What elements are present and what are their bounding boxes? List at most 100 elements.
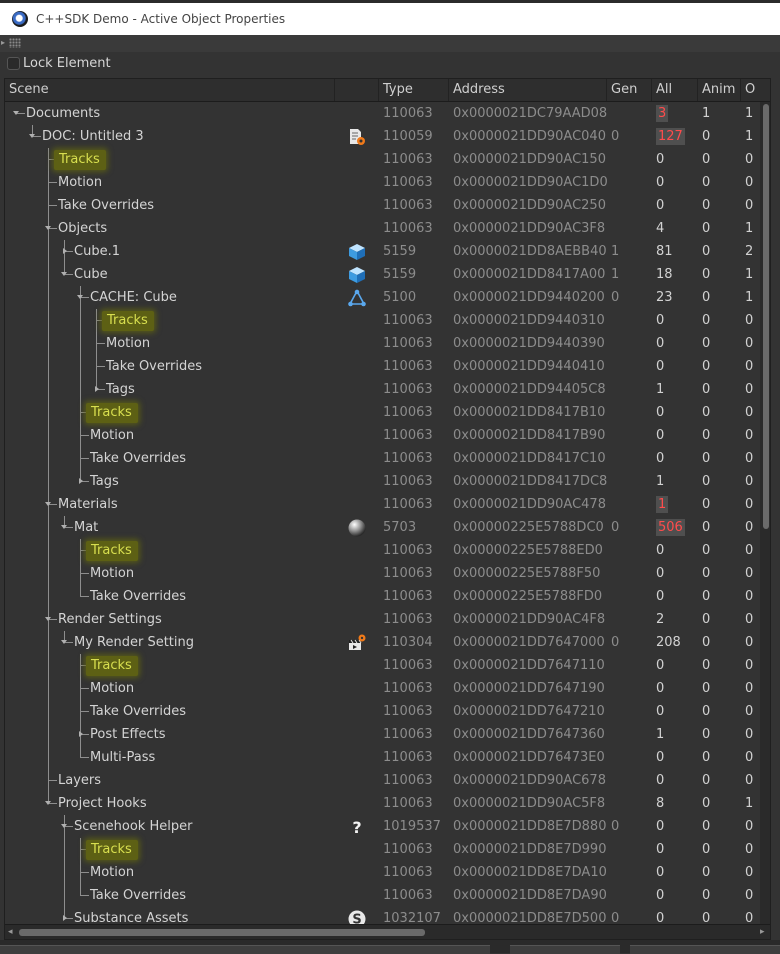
collapse-arrow-icon[interactable]: ▸ <box>1 38 5 47</box>
tree-item-name[interactable]: Take Overrides <box>90 585 186 608</box>
tree-row[interactable]: Tags 110063 0x0000021DD94405C8 1 0 0 <box>5 378 760 401</box>
column-header-type[interactable]: Type <box>379 79 449 101</box>
tree-row[interactable]: Take Overrides 110063 0x0000021DD8E7DA90 0 0… <box>5 884 760 907</box>
horizontal-scrollbar-thumb[interactable] <box>19 929 425 936</box>
tree-row[interactable]: DOC: Untitled 3 110059 0x0000021DD90AC040 0… <box>5 125 760 148</box>
tree-item-name[interactable]: Cube.1 <box>74 240 120 263</box>
collapse-arrow-icon[interactable] <box>61 824 67 828</box>
tree-item-name[interactable]: CACHE: Cube <box>90 286 177 309</box>
tree-row[interactable]: Layers 110063 0x0000021DD90AC678 0 0 0 <box>5 769 760 792</box>
tree-item-name[interactable]: Tracks <box>102 311 154 331</box>
scroll-right-icon[interactable]: ▸ <box>760 927 765 937</box>
collapse-arrow-icon[interactable] <box>45 502 51 506</box>
collapse-arrow-icon[interactable] <box>61 525 67 529</box>
tree-row[interactable]: Tracks 110063 0x0000021DD9440310 0 0 0 <box>5 309 760 332</box>
tree-item-name[interactable]: Substance Assets <box>74 907 188 924</box>
tree-row[interactable]: Multi-Pass 110063 0x0000021DD76473E0 0 0 0 <box>5 746 760 769</box>
tree-item-name[interactable]: Tracks <box>54 150 106 170</box>
expand-arrow-icon[interactable] <box>79 731 83 737</box>
tree-item-name[interactable]: Documents <box>26 102 100 125</box>
tree-item-name[interactable]: Tags <box>106 378 135 401</box>
tree-item-name[interactable]: Tracks <box>86 541 138 561</box>
tree-item-name[interactable]: Tracks <box>86 403 138 423</box>
column-header-o[interactable]: O <box>741 79 770 101</box>
tree-row[interactable]: Tracks 110063 0x0000021DD90AC150 0 0 0 <box>5 148 760 171</box>
tree-row[interactable]: Motion 110063 0x0000021DD7647190 0 0 0 <box>5 677 760 700</box>
tree-item-name[interactable]: Motion <box>90 677 134 700</box>
tree-row[interactable]: Motion 110063 0x0000021DD9440390 0 0 0 <box>5 332 760 355</box>
tree-item-name[interactable]: Cube <box>74 263 108 286</box>
tree-row[interactable]: Objects 110063 0x0000021DD90AC3F8 4 0 1 <box>5 217 760 240</box>
tree-row[interactable]: Cube.1 5159 0x0000021DD8AEBB40 1 81 0 2 <box>5 240 760 263</box>
tree-row[interactable]: Take Overrides 110063 0x0000021DD8417C10 0 0… <box>5 447 760 470</box>
collapse-arrow-icon[interactable] <box>45 226 51 230</box>
tree-row[interactable]: Tracks 110063 0x0000021DD8417B10 0 0 0 <box>5 401 760 424</box>
tree-item-name[interactable]: Take Overrides <box>58 194 154 217</box>
tree-item-name[interactable]: Take Overrides <box>90 447 186 470</box>
column-header-all[interactable]: All <box>652 79 698 101</box>
expand-arrow-icon[interactable] <box>79 478 83 484</box>
tree-row[interactable]: Scenehook Helper? 1019537 0x0000021DD8E7D8… <box>5 815 760 838</box>
column-header-gen[interactable]: Gen <box>607 79 652 101</box>
scroll-left-icon[interactable]: ◂ <box>8 927 13 937</box>
tree-row[interactable]: Take Overrides 110063 0x00000225E5788FD0 0 0… <box>5 585 760 608</box>
tree-row[interactable]: Tracks 110063 0x0000021DD8E7D990 0 0 0 <box>5 838 760 861</box>
tree-item-name[interactable]: Scenehook Helper <box>74 815 192 838</box>
tree-row[interactable]: Render Settings 110063 0x0000021DD90AC4F8 2… <box>5 608 760 631</box>
tree-item-name[interactable]: Take Overrides <box>90 884 186 907</box>
tree-row[interactable]: Motion 110063 0x0000021DD90AC1D0 0 0 0 <box>5 171 760 194</box>
column-header-address[interactable]: Address <box>449 79 607 101</box>
tree-row[interactable]: Post Effects 110063 0x0000021DD7647360 1 0 0 <box>5 723 760 746</box>
tree-row[interactable]: Take Overrides 110063 0x0000021DD90AC250 0 0… <box>5 194 760 217</box>
tree-row[interactable]: Take Overrides 110063 0x0000021DD7647210 0 0… <box>5 700 760 723</box>
tree-item-name[interactable]: DOC: Untitled 3 <box>42 125 144 148</box>
expand-arrow-icon[interactable] <box>63 915 67 921</box>
horizontal-scrollbar[interactable]: ◂ ▸ <box>5 924 770 939</box>
tree-row[interactable]: Motion 110063 0x00000225E5788F50 0 0 0 <box>5 562 760 585</box>
tree-item-name[interactable]: Tracks <box>86 656 138 676</box>
tree-item-name[interactable]: Objects <box>58 217 107 240</box>
collapse-arrow-icon[interactable] <box>29 134 35 138</box>
tree-row[interactable]: CACHE: Cube 5100 0x0000021DD9440200 0 23 0 1 <box>5 286 760 309</box>
tree-row[interactable]: Tags 110063 0x0000021DD8417DC8 1 0 0 <box>5 470 760 493</box>
tree-item-name[interactable]: Tags <box>90 470 119 493</box>
expand-arrow-icon[interactable] <box>95 386 99 392</box>
collapse-arrow-icon[interactable] <box>45 617 51 621</box>
tree-item-name[interactable]: Take Overrides <box>90 700 186 723</box>
tree-item-name[interactable]: Motion <box>58 171 102 194</box>
tree-row[interactable]: Tracks 110063 0x00000225E5788ED0 0 0 0 <box>5 539 760 562</box>
tree-item-name[interactable]: Post Effects <box>90 723 166 746</box>
tree-item-name[interactable]: My Render Setting <box>74 631 194 654</box>
grip-handle-icon[interactable] <box>9 38 21 48</box>
tree-row[interactable]: Take Overrides 110063 0x0000021DD9440410 0 0… <box>5 355 760 378</box>
tree-row[interactable]: Substance Assets S 1032107 0x0000021DD8E7D5… <box>5 907 760 924</box>
expand-arrow-icon[interactable] <box>63 248 67 254</box>
column-header-icon[interactable] <box>335 79 379 101</box>
tree-row[interactable]: Motion 110063 0x0000021DD8E7DA10 0 0 0 <box>5 861 760 884</box>
tree-item-name[interactable]: Layers <box>58 769 101 792</box>
tree-row[interactable]: Materials 110063 0x0000021DD90AC478 1 0 0 <box>5 493 760 516</box>
lock-element-checkbox[interactable] <box>7 57 20 70</box>
tree-row[interactable]: Project Hooks 110063 0x0000021DD90AC5F8 8 0 1 <box>5 792 760 815</box>
tree-row[interactable]: Cube 5159 0x0000021DD8417A00 1 18 0 1 <box>5 263 760 286</box>
tree-item-name[interactable]: Motion <box>90 562 134 585</box>
tree-item-name[interactable]: Tracks <box>86 840 138 860</box>
tree-item-name[interactable]: Motion <box>90 861 134 884</box>
lock-element-row[interactable]: Lock Element <box>0 54 780 74</box>
column-header-anim[interactable]: Anim <box>698 79 741 101</box>
tree-item-name[interactable]: Motion <box>90 424 134 447</box>
collapse-arrow-icon[interactable] <box>77 295 83 299</box>
tree-item-name[interactable]: Mat <box>74 516 98 539</box>
tree-row[interactable]: Mat 5703 0x00000225E5788DC0 0 506 0 0 <box>5 516 760 539</box>
tree-row[interactable]: Documents 110063 0x0000021DC79AAD08 3 1 1 <box>5 102 760 125</box>
column-header-scene[interactable]: Scene <box>5 79 335 101</box>
tree-item-name[interactable]: Materials <box>58 493 118 516</box>
tree-item-name[interactable]: Render Settings <box>58 608 162 631</box>
collapse-arrow-icon[interactable] <box>13 111 19 115</box>
collapse-arrow-icon[interactable] <box>61 272 67 276</box>
tree-item-name[interactable]: Multi-Pass <box>90 746 155 769</box>
vertical-scrollbar-thumb[interactable] <box>763 104 769 529</box>
tree-item-name[interactable]: Project Hooks <box>58 792 147 815</box>
tree-item-name[interactable]: Motion <box>106 332 150 355</box>
collapse-arrow-icon[interactable] <box>61 640 67 644</box>
